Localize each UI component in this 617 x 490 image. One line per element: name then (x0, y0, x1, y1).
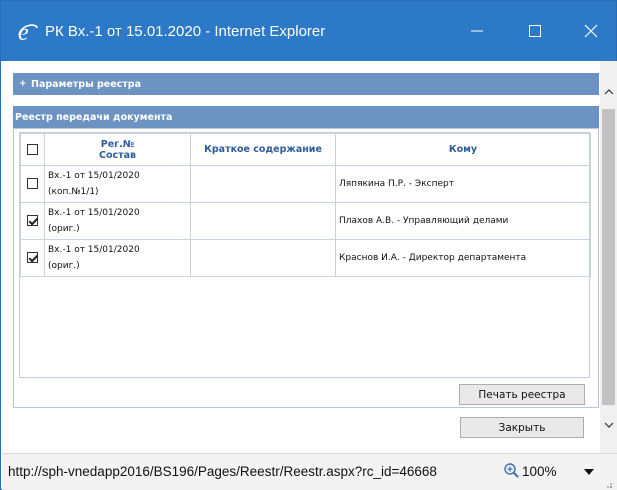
table-row[interactable]: Вх.-1 от 15/01/2020 (ориг.) Краснов И.А.… (20, 239, 591, 277)
reestr-panel-header: Реестр передачи документа (13, 106, 599, 128)
ie-popup-window: e РК Вх.-1 от 15.01.2020 - Internet Expl… (0, 0, 617, 490)
zoom-magnifier-icon[interactable] (503, 462, 521, 480)
composition: (ориг.) (48, 224, 80, 234)
summary-cell (190, 239, 336, 277)
table-header-row: Рег.№ Состав Краткое содержание Кому (20, 133, 591, 166)
close-window-button[interactable] (573, 15, 609, 47)
recipient-cell: Краснов И.А. - Директор департамента (335, 239, 591, 277)
row-select-cell[interactable] (20, 239, 45, 277)
recipient-cell: Плахов А.В. - Управляющий делами (335, 202, 591, 240)
column-header-reg-number: Рег.№ (100, 138, 135, 150)
row-checkbox[interactable] (27, 252, 38, 263)
row-checkbox[interactable] (27, 178, 38, 189)
expand-icon[interactable]: + (19, 79, 27, 89)
minimize-button[interactable] (459, 15, 495, 47)
reg-cell: Вх.-1 от 15/01/2020 (коп.№1/1) (44, 165, 191, 203)
scroll-down-button[interactable] (600, 416, 617, 433)
close-icon (584, 24, 598, 38)
print-reestr-button[interactable]: Печать реестра (459, 384, 585, 405)
column-header-reg[interactable]: Рег.№ Состав (44, 133, 191, 166)
column-header-summary[interactable]: Краткое содержание (190, 133, 336, 166)
table-row[interactable]: Вх.-1 от 15/01/2020 (коп.№1/1) Ляпякина … (20, 165, 591, 203)
scrollbar-thumb[interactable] (602, 109, 615, 405)
column-header-composition: Состав (98, 149, 137, 161)
row-select-cell[interactable] (20, 202, 45, 240)
reg-number: Вх.-1 от 15/01/2020 (48, 171, 140, 181)
chevron-down-icon (604, 422, 613, 428)
reg-number: Вх.-1 от 15/01/2020 (48, 208, 140, 218)
page-content: + Параметры реестра Реестр передачи доку… (2, 61, 600, 453)
close-button[interactable]: Закрыть (460, 417, 584, 438)
window-title: РК Вх.-1 от 15.01.2020 - Internet Explor… (45, 23, 326, 40)
composition: (ориг.) (48, 261, 80, 271)
reg-cell: Вх.-1 от 15/01/2020 (ориг.) (44, 239, 191, 277)
maximize-button[interactable] (517, 15, 553, 47)
maximize-icon (529, 25, 541, 37)
status-url: http://sph-vnedapp2016/BS196/Pages/Reest… (8, 464, 437, 479)
reestr-table: Рег.№ Состав Краткое содержание Кому Вх.… (20, 133, 591, 277)
zoom-dropdown-arrow-icon[interactable] (584, 469, 594, 475)
summary-cell (190, 202, 336, 240)
summary-cell (190, 165, 336, 203)
reg-cell: Вх.-1 от 15/01/2020 (ориг.) (44, 202, 191, 240)
resize-grip-icon[interactable] (606, 482, 612, 488)
column-header-to[interactable]: Кому (335, 133, 591, 166)
reestr-panel-body: Рег.№ Состав Краткое содержание Кому Вх.… (13, 128, 599, 408)
params-panel-label: Параметры реестра (31, 78, 142, 90)
reg-number: Вх.-1 от 15/01/2020 (48, 245, 140, 255)
recipient-cell: Ляпякина П.Р. - Эксперт (335, 165, 591, 203)
select-all-checkbox[interactable] (27, 144, 38, 155)
internet-explorer-icon: e (18, 21, 38, 43)
title-bar[interactable]: e РК Вх.-1 от 15.01.2020 - Internet Expl… (1, 1, 616, 61)
status-bar: http://sph-vnedapp2016/BS196/Pages/Reest… (2, 453, 617, 490)
composition: (коп.№1/1) (48, 187, 99, 197)
vertical-scrollbar[interactable] (600, 61, 617, 453)
params-panel-header[interactable]: + Параметры реестра (13, 73, 599, 95)
zoom-level[interactable]: 100% (522, 464, 557, 479)
minimize-icon (471, 30, 483, 32)
reestr-panel-label: Реестр передачи документа (15, 111, 173, 123)
chevron-up-icon (604, 88, 613, 94)
reestr-grid: Рег.№ Состав Краткое содержание Кому Вх.… (19, 132, 591, 378)
row-select-cell[interactable] (20, 165, 45, 203)
select-all-cell[interactable] (20, 133, 45, 166)
scroll-up-button[interactable] (600, 83, 617, 100)
row-checkbox[interactable] (27, 215, 38, 226)
table-row[interactable]: Вх.-1 от 15/01/2020 (ориг.) Плахов А.В. … (20, 202, 591, 240)
